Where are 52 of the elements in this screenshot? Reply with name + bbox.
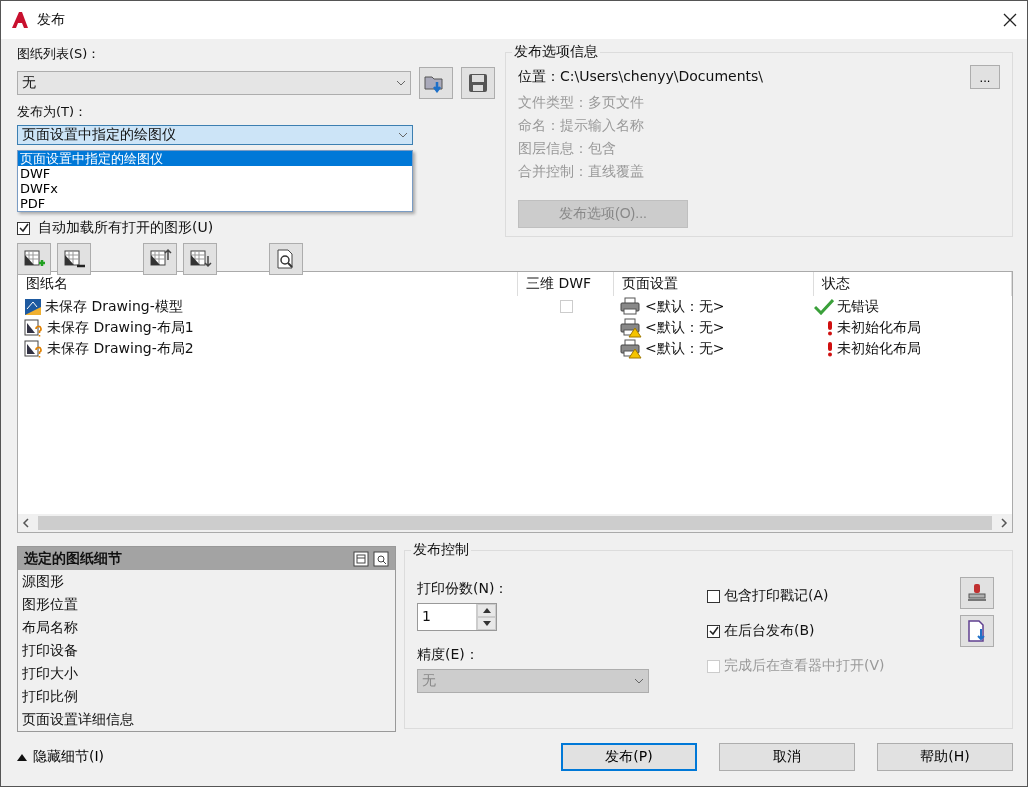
checkbox-label: 自动加载所有打开的图形(U) xyxy=(38,219,214,237)
field-label: 打印份数(N)： xyxy=(417,579,510,597)
checkbox-label: 包含打印戳记(A) xyxy=(724,587,829,605)
panel-title: 选定的图纸细节 xyxy=(24,549,123,568)
page-setup-text: <默认：无> xyxy=(645,297,725,316)
detail-item: 打印比例 xyxy=(21,687,79,706)
dialog-button[interactable]: 帮助(H) xyxy=(877,743,1013,771)
group-title: 发布控制 xyxy=(412,541,470,559)
checkbox-label: 完成后在查看器中打开(V) xyxy=(724,657,885,675)
column-header[interactable]: 状态 xyxy=(814,272,1012,296)
group-title: 发布选项信息 xyxy=(513,43,599,61)
field-label: 精度(E)： xyxy=(417,645,480,663)
location-text: 位置：C:\Users\chenyy\Documents\ xyxy=(518,68,763,86)
page-setup-text: <默认：无> xyxy=(645,318,725,337)
info-text: 文件类型：多页文件 xyxy=(518,94,645,112)
checkbox-label: 在后台发布(B) xyxy=(724,622,815,640)
sheet-name: 未保存 Drawing-模型 xyxy=(45,297,183,316)
dialog-button[interactable]: 发布(P) xyxy=(561,743,697,771)
dropdown-option[interactable]: 页面设置中指定的绘图仪 xyxy=(18,151,412,166)
hide-details-toggle[interactable]: 隐藏细节(I) xyxy=(17,748,105,766)
sheet-name: 未保存 Drawing-布局2 xyxy=(47,339,194,358)
detail-item: 布局名称 xyxy=(21,618,79,637)
detail-item: 打印设备 xyxy=(21,641,79,660)
dropdown-option[interactable]: DWF xyxy=(18,166,412,181)
info-text: 图层信息：包含 xyxy=(518,140,617,158)
field-label: 图纸列表(S)： xyxy=(17,45,102,63)
info-text: 命名：提示输入名称 xyxy=(518,117,645,135)
status-text: 未初始化布局 xyxy=(837,318,921,337)
info-text: 合并控制：直线覆盖 xyxy=(518,163,645,181)
dropdown-option[interactable]: PDF xyxy=(18,196,412,211)
sheet-list-dropdown[interactable]: 无 xyxy=(17,71,412,95)
sheet-name: 未保存 Drawing-布局1 xyxy=(47,318,194,337)
publish-to-dropdown[interactable]: 页面设置中指定的绘图仪 xyxy=(17,125,413,145)
detail-item: 页面设置详细信息 xyxy=(21,710,135,729)
table-row[interactable]: 未保存 Drawing-布局2 <默认：无> 未初始化布局 xyxy=(18,338,1012,359)
table-row[interactable]: 未保存 Drawing-模型 <默认：无> 无错误 xyxy=(18,296,1012,317)
copies-spinner[interactable]: 1 xyxy=(417,603,497,631)
detail-item: 图形位置 xyxy=(21,595,79,614)
window-title: 发布 xyxy=(37,11,66,29)
page-setup-text: <默认：无> xyxy=(645,339,725,358)
column-header[interactable]: 三维 DWF xyxy=(518,272,614,296)
dialog-button[interactable]: 取消 xyxy=(719,743,855,771)
status-text: 无错误 xyxy=(837,297,879,316)
browse-button[interactable]: ... xyxy=(970,65,1000,89)
table-row[interactable]: 未保存 Drawing-布局1 <默认：无> 未初始化布局 xyxy=(18,317,1012,338)
status-text: 未初始化布局 xyxy=(837,339,921,358)
detail-item: 源图形 xyxy=(21,572,65,591)
column-header[interactable]: 页面设置 xyxy=(614,272,814,296)
detail-item: 打印大小 xyxy=(21,664,79,683)
field-label: 发布为(T)： xyxy=(17,103,89,121)
column-header[interactable]: 图纸名 xyxy=(18,272,518,296)
dropdown-option[interactable]: DWFx xyxy=(18,181,412,196)
